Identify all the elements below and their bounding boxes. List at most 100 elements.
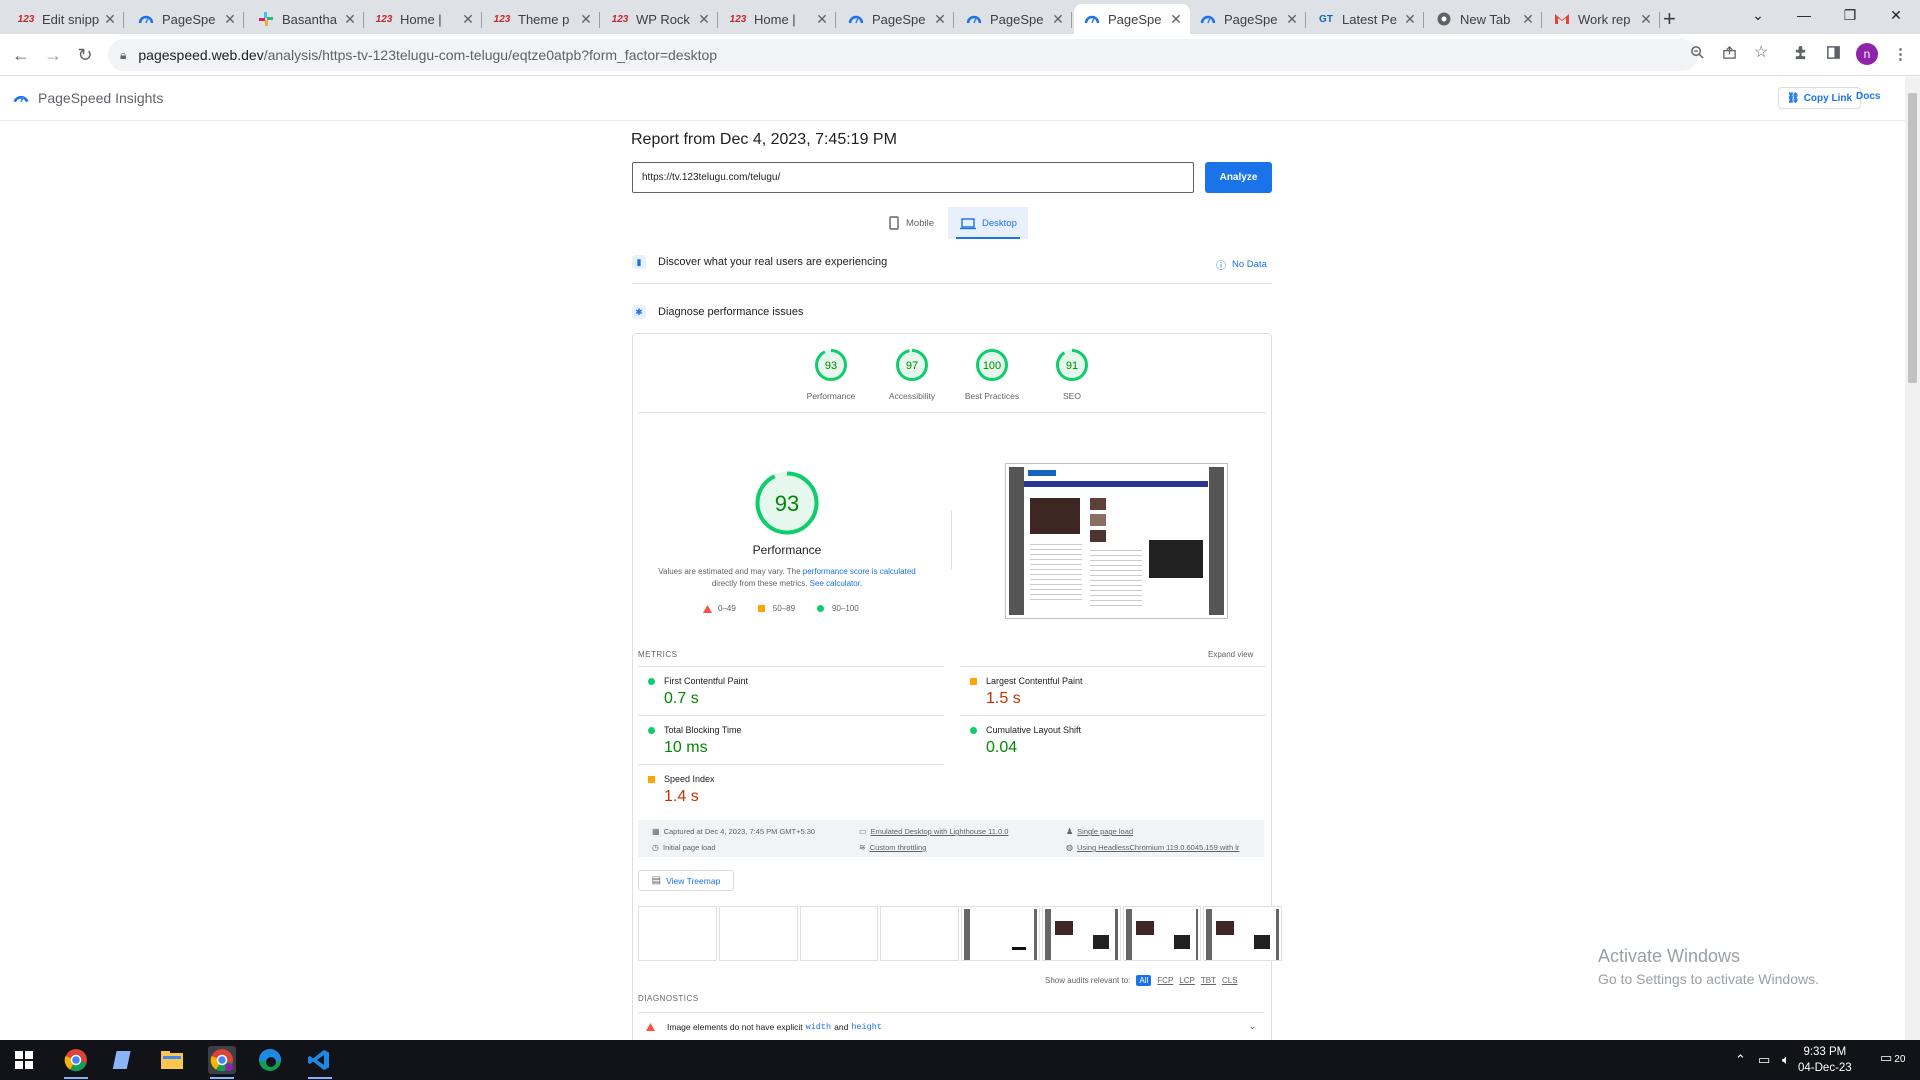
analyze-button[interactable]: Analyze (1205, 162, 1272, 193)
filter-all[interactable]: All (1136, 975, 1152, 986)
tab-close-icon[interactable]: ✕ (460, 11, 476, 28)
tab-close-icon[interactable]: ✕ (1284, 11, 1300, 28)
side-panel-icon[interactable] (1826, 45, 1841, 64)
browser-tab[interactable]: GT Latest Pe ✕ (1308, 4, 1424, 34)
filmstrip-frame[interactable] (1122, 906, 1202, 961)
filter-lcp[interactable]: LCP (1179, 976, 1195, 985)
browser-tab[interactable]: PageSpe ✕ (1074, 4, 1190, 34)
gauge-performance[interactable]: 93 Performance (791, 348, 871, 401)
copy-link-button[interactable]: ⛓︎ Copy Link (1778, 87, 1862, 109)
extensions-icon[interactable] (1793, 45, 1808, 64)
network-icon[interactable]: ▭ (1758, 1052, 1770, 1068)
filmstrip-frame[interactable] (638, 906, 717, 961)
system-clock[interactable]: 9:33 PM 04-Dec-23 (1798, 1044, 1852, 1076)
start-button[interactable] (10, 1046, 38, 1074)
minimize-button[interactable]: — (1781, 0, 1827, 30)
filmstrip-frame[interactable] (799, 906, 879, 961)
filter-fcp[interactable]: FCP (1157, 976, 1173, 985)
tab-close-icon[interactable]: ✕ (1050, 11, 1066, 28)
score-calculated-link[interactable]: performance score is calculated (803, 567, 916, 576)
chromium-version[interactable]: ◍ Using HeadlessChromium 119.0.6045.159 w… (1066, 843, 1239, 852)
filter-cls[interactable]: CLS (1222, 976, 1238, 985)
menu-dots-icon[interactable]: ⋮ (1893, 45, 1908, 63)
diagnostic-item[interactable]: Image elements do not have explicit widt… (638, 1012, 1264, 1040)
throttling[interactable]: ≋ Custom throttling (859, 843, 926, 852)
discover-section[interactable]: ▮ Discover what your real users are expe… (632, 255, 1272, 269)
notepad-taskbar-icon[interactable] (110, 1046, 138, 1074)
tab-close-icon[interactable]: ✕ (342, 11, 358, 28)
close-window-button[interactable]: ✕ (1873, 0, 1919, 30)
see-calculator-link[interactable]: See calculator. (810, 579, 862, 588)
tab-search-icon[interactable]: ⌄ (1735, 0, 1781, 30)
browser-tab[interactable]: PageSpe ✕ (1190, 4, 1306, 34)
single-page-load[interactable]: ♟ Single page load (1066, 827, 1133, 836)
page-scrollbar[interactable] (1905, 77, 1920, 1040)
expand-view-button[interactable]: Expand view (1208, 650, 1253, 659)
tab-close-icon[interactable]: ✕ (696, 11, 712, 28)
tab-close-icon[interactable]: ✕ (102, 11, 118, 28)
filmstrip-frame[interactable] (961, 906, 1040, 961)
filmstrip-frame[interactable] (880, 906, 959, 961)
restore-button[interactable]: ❐ (1827, 0, 1873, 30)
tab-close-icon[interactable]: ✕ (222, 11, 238, 28)
scrollbar-thumb[interactable] (1908, 93, 1917, 383)
notification-center[interactable]: ▭ 20 (1880, 1050, 1905, 1066)
reload-icon[interactable]: ↻ (72, 42, 98, 68)
gauge-accessibility[interactable]: 97 Accessibility (872, 348, 952, 401)
gauge-seo[interactable]: 91 SEO (1032, 348, 1112, 401)
browser-tab[interactable]: 123 Theme p ✕ (484, 4, 600, 34)
view-treemap-button[interactable]: ▤ View Treemap (638, 870, 734, 891)
browser-tab[interactable]: New Tab ✕ (1426, 4, 1542, 34)
file-explorer-icon[interactable] (158, 1046, 186, 1074)
tab-close-icon[interactable]: ✕ (1638, 11, 1654, 28)
filmstrip-frame[interactable] (1041, 906, 1121, 961)
browser-tab[interactable]: PageSpe ✕ (128, 4, 244, 34)
forward-icon[interactable]: → (40, 42, 66, 68)
tray-chevron-icon[interactable]: ⌃ (1735, 1052, 1746, 1068)
vscode-taskbar-icon[interactable] (305, 1046, 333, 1074)
emulated-device[interactable]: ▭ Emulated Desktop with Lighthouse 11.0.0 (859, 827, 1008, 836)
tab-close-icon[interactable]: ✕ (932, 11, 948, 28)
back-icon[interactable]: ← (8, 42, 34, 68)
filter-tbt[interactable]: TBT (1201, 976, 1216, 985)
filmstrip-frame[interactable] (1203, 906, 1282, 961)
browser-tab[interactable]: 123 Home | ✕ (366, 4, 482, 34)
metric-name: Largest Contentful Paint (986, 676, 1083, 686)
tab-mobile[interactable]: Mobile (880, 207, 950, 239)
gauge-best-practices[interactable]: 100 Best Practices (952, 348, 1032, 401)
new-tab-button[interactable]: + (1663, 6, 1676, 32)
chrome-taskbar-icon[interactable] (62, 1046, 90, 1074)
tab-close-icon[interactable]: ✕ (1402, 11, 1418, 28)
share-icon[interactable] (1722, 45, 1737, 63)
tab-close-icon[interactable]: ✕ (578, 11, 594, 28)
chevron-down-icon[interactable]: ⌄ (1249, 1021, 1256, 1032)
bookmark-star-icon[interactable]: ☆ (1754, 42, 1768, 62)
browser-tab[interactable]: 123 Edit snipp ✕ (8, 4, 124, 34)
tab-close-icon[interactable]: ✕ (1168, 11, 1184, 28)
tab-desktop[interactable]: Desktop (948, 207, 1028, 239)
browser-tab[interactable]: Basantha ✕ (248, 4, 364, 34)
tab-close-icon[interactable]: ✕ (814, 11, 830, 28)
zoom-icon[interactable] (1690, 45, 1705, 63)
browser-tab[interactable]: 123 Home | ✕ (720, 4, 836, 34)
url-input[interactable] (632, 162, 1194, 193)
volume-muted-icon[interactable]: 🔈︎ (1782, 1052, 1790, 1068)
no-data-link[interactable]: ⓘ No Data (1216, 257, 1267, 272)
address-text[interactable]: pagespeed.web.dev/analysis/https-tv-123t… (138, 47, 717, 63)
profile-avatar[interactable]: n (1856, 43, 1878, 65)
browser-tab[interactable]: 123 WP Rock ✕ (602, 4, 718, 34)
score-ring: 93 (815, 349, 847, 381)
score-ring: 100 (976, 349, 1008, 381)
filmstrip-frame[interactable] (718, 906, 798, 961)
browser-tab[interactable]: PageSpe ✕ (838, 4, 954, 34)
chrome-profile-taskbar-icon[interactable] (208, 1046, 236, 1074)
final-screenshot[interactable] (1005, 463, 1228, 619)
address-bar[interactable]: 🔒︎ pagespeed.web.dev/analysis/https-tv-1… (108, 39, 1698, 71)
browser-tab[interactable]: PageSpe ✕ (956, 4, 1072, 34)
browser-tab[interactable]: Work rep ✕ (1544, 4, 1660, 34)
tab-close-icon[interactable]: ✕ (1520, 11, 1536, 28)
psi-logo[interactable]: PageSpeed Insights (12, 89, 163, 107)
tab-title: Work rep (1578, 11, 1631, 27)
edge-taskbar-icon[interactable] (256, 1046, 284, 1074)
docs-link[interactable]: Docs (1856, 91, 1880, 102)
